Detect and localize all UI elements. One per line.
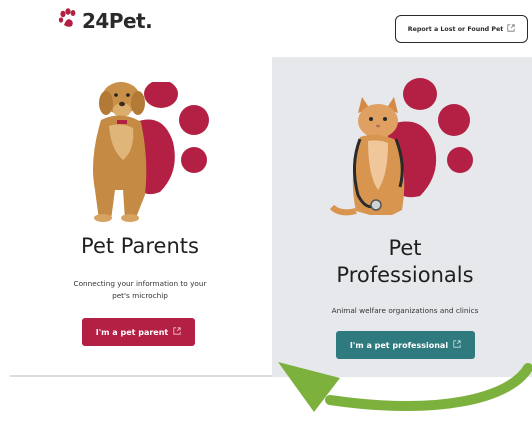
report-lost-found-button[interactable]: Report a Lost or Found Pet	[395, 15, 528, 43]
pet-professionals-subtitle: Animal welfare organizations and clinics	[331, 306, 479, 315]
pet-professionals-title-line2: Professionals	[336, 263, 474, 287]
pet-parents-subtitle-line1: Connecting your information to your	[73, 279, 207, 288]
divider	[10, 375, 272, 377]
logo[interactable]: 24Pet.	[58, 8, 153, 34]
external-link-icon	[453, 340, 461, 350]
dog-image	[75, 80, 160, 225]
pet-parents-title: Pet Parents	[81, 234, 199, 258]
green-arrow-icon	[270, 350, 532, 423]
logo-text: 24Pet.	[82, 9, 153, 33]
pet-professionals-title-line1: Pet	[388, 236, 422, 260]
cat-image	[329, 95, 430, 220]
report-button-label: Report a Lost or Found Pet	[407, 25, 504, 33]
pet-professional-button-label: I'm a pet professional	[349, 340, 449, 350]
external-link-icon	[507, 24, 515, 34]
paw-logo-icon	[58, 8, 80, 34]
pet-parent-button-label: I'm a pet parent	[95, 327, 169, 337]
external-link-icon	[173, 327, 181, 337]
pet-parent-button[interactable]: I'm a pet parent	[82, 318, 195, 346]
pet-parents-subtitle-line2: pet's microchip	[112, 291, 168, 300]
